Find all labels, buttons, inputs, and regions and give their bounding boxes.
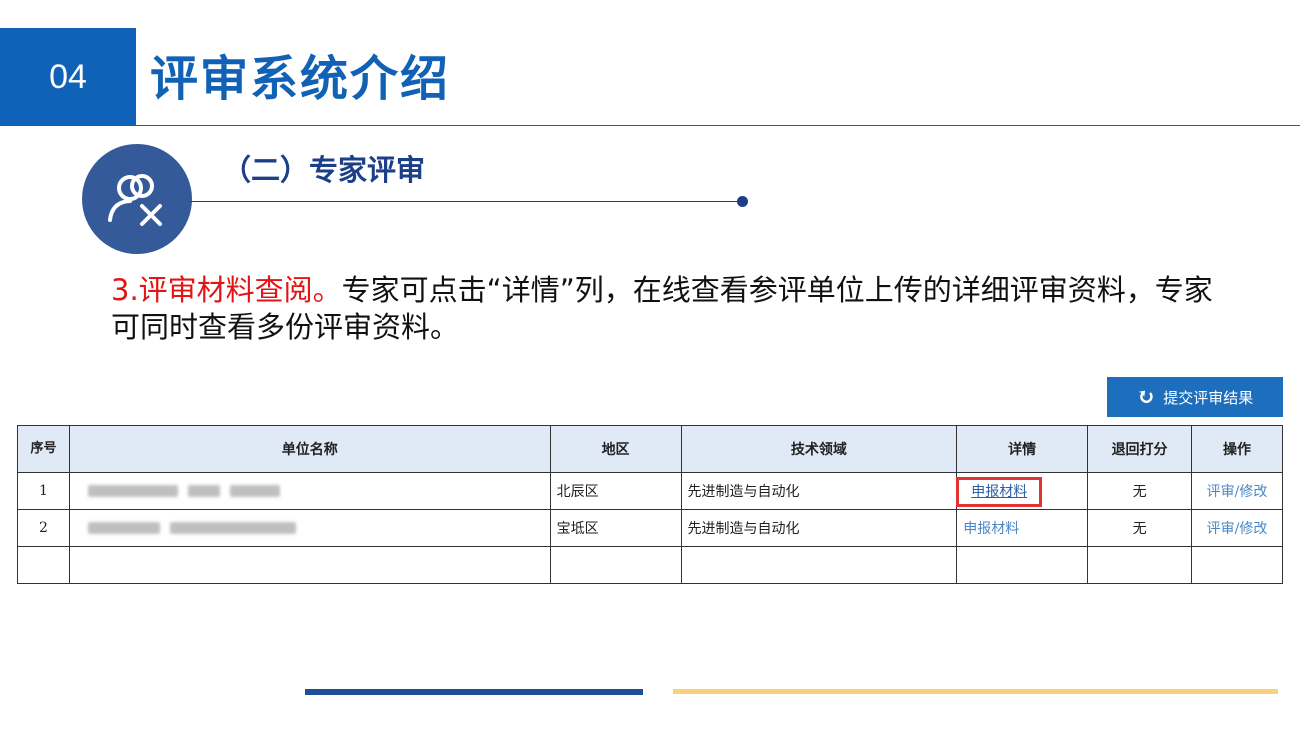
col-header-action: 操作 (1191, 425, 1283, 473)
user-tools-icon (82, 144, 192, 254)
footer-bar-blue (305, 689, 643, 695)
row-field: 先进制造与自动化 (680, 509, 958, 547)
row-detail-cell: 申报材料 (956, 472, 1089, 510)
table-row: 2 宝坻区 先进制造与自动化 申报材料 无 评审/修改 (17, 509, 1283, 547)
unit-name-blurred (68, 472, 551, 510)
section-number: 04 (0, 28, 136, 126)
subtitle-divider (190, 201, 742, 202)
unit-name-blurred (68, 509, 551, 547)
section-subtitle: （二）专家评审 (222, 153, 426, 187)
row-region: 北辰区 (549, 472, 682, 510)
description-highlight: 3.评审材料查阅。 (111, 273, 342, 307)
row-returned: 无 (1087, 509, 1193, 547)
refresh-icon: ↻ (1136, 384, 1156, 410)
description: 3.评审材料查阅。专家可点击“详情”列，在线查看参评单位上传的详细评审资料，专家… (111, 272, 1231, 346)
page-title: 评审系统介绍 (150, 51, 451, 107)
col-header-returned: 退回打分 (1087, 425, 1193, 473)
col-header-detail: 详情 (956, 425, 1089, 473)
col-header-region: 地区 (549, 425, 682, 473)
submit-review-label: 提交评审结果 (1163, 388, 1254, 407)
footer-bar-yellow (673, 689, 1278, 694)
row-region: 宝坻区 (549, 509, 682, 547)
detail-link[interactable]: 申报材料 (956, 477, 1043, 507)
table-row-partial (17, 546, 1283, 584)
row-field: 先进制造与自动化 (680, 472, 958, 510)
table-header-row: 序号 单位名称 地区 技术领域 详情 退回打分 操作 (17, 425, 1283, 473)
row-returned: 无 (1087, 472, 1193, 510)
row-detail-cell: 申报材料 (956, 509, 1089, 547)
review-edit-link[interactable]: 评审/修改 (1191, 509, 1283, 547)
col-header-unit: 单位名称 (68, 425, 551, 473)
submit-review-button[interactable]: ↻ 提交评审结果 (1107, 377, 1283, 417)
detail-link[interactable]: 申报材料 (963, 521, 1019, 537)
col-header-field: 技术领域 (680, 425, 958, 473)
row-index: 2 (17, 509, 70, 547)
review-edit-link[interactable]: 评审/修改 (1191, 472, 1283, 510)
divider-dot (737, 196, 748, 207)
title-divider (136, 125, 1300, 126)
table-row: 1 北辰区 先进制造与自动化 申报材料 无 评审/修改 (17, 472, 1283, 510)
row-index: 1 (17, 472, 70, 510)
review-table: 序号 单位名称 地区 技术领域 详情 退回打分 操作 1 北辰区 先进制造与自动… (17, 425, 1283, 584)
col-header-index: 序号 (17, 425, 70, 473)
